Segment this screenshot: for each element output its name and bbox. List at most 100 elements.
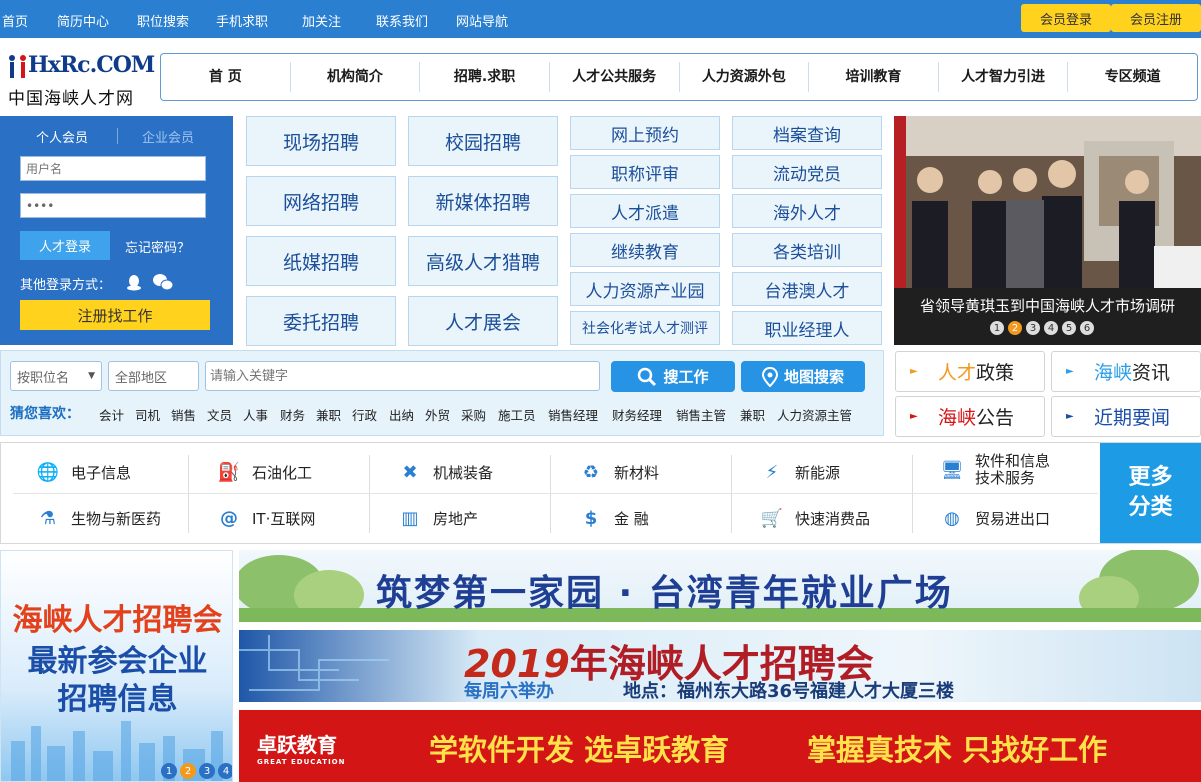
site-logo[interactable]: HxRc.COM 中国海峡人才网 — [6, 52, 155, 109]
keyword-input[interactable] — [205, 361, 600, 391]
member-register-button[interactable]: 会员注册 — [1111, 4, 1201, 32]
nav-item-zones[interactable]: 专区频道 — [1068, 62, 1197, 92]
category-it-internet[interactable]: @ IT·互联网 — [216, 505, 315, 531]
tile-online-booking[interactable]: 网上预约 — [570, 116, 720, 150]
tile-overseas-talent[interactable]: 海外人才 — [732, 194, 882, 228]
category-finance[interactable]: $ 金 融 — [578, 505, 649, 531]
region-select[interactable]: 全部地区 — [108, 361, 199, 391]
nav-item-outsourcing[interactable]: 人力资源外包 — [680, 62, 810, 92]
talent-policy-button[interactable]: ► 人才 政策 — [895, 351, 1045, 392]
keyword-link[interactable]: 外贸 — [425, 405, 450, 424]
top-link-mobile[interactable]: 手机求职 — [216, 11, 268, 30]
top-link-home[interactable]: 首页 — [2, 11, 28, 30]
keyword-link[interactable]: 会计 — [99, 405, 124, 424]
top-link-follow[interactable]: 加关注 — [302, 11, 341, 30]
tile-new-media-recruit[interactable]: 新媒体招聘 — [408, 176, 558, 226]
slide-dot-1[interactable]: 1 — [990, 321, 1004, 335]
search-type-select[interactable]: 按职位名 ▼ — [10, 361, 102, 391]
tile-continuing-edu[interactable]: 继续教育 — [570, 233, 720, 267]
keyword-link[interactable]: 人事 — [243, 405, 268, 424]
strait-news-button[interactable]: ► 海峡 资讯 — [1051, 351, 1201, 392]
recruitment-fair-banner[interactable]: 海峡人才招聘会 最新参会企业 招聘信息 1 2 3 4 — [0, 550, 233, 782]
fair-2019-banner[interactable]: 2019年海峡人才招聘会 每周六举办 地点：福州东大路36号福建人才大厦三楼 — [239, 630, 1201, 702]
tile-manager[interactable]: 职业经理人 — [732, 311, 882, 345]
category-petrochem[interactable]: ⛽ 石油化工 — [216, 459, 312, 485]
nav-item-public-service[interactable]: 人才公共服务 — [550, 62, 680, 92]
fair-dot-4[interactable]: 4 — [218, 763, 232, 779]
search-jobs-button[interactable]: 搜工作 — [611, 361, 735, 392]
category-real-estate[interactable]: ▥ 房地产 — [397, 505, 478, 531]
category-materials[interactable]: ♻ 新材料 — [578, 459, 659, 485]
fair-dot-3[interactable]: 3 — [199, 763, 215, 779]
tile-title-review[interactable]: 职称评审 — [570, 155, 720, 189]
slide-dot-6[interactable]: 6 — [1080, 321, 1094, 335]
education-ad-banner[interactable]: 卓跃教育 GREAT EDUCATION 学软件开发 选卓跃教育 掌握真技术 只… — [239, 710, 1201, 782]
nav-item-training[interactable]: 培训教育 — [809, 62, 939, 92]
tile-exam-assessment[interactable]: 社会化考试人才测评 — [570, 311, 720, 345]
keyword-link[interactable]: 销售主管 — [676, 405, 726, 424]
wechat-icon[interactable] — [152, 273, 174, 291]
login-button[interactable]: 人才登录 — [20, 231, 110, 260]
category-trade[interactable]: ◍ 贸易进出口 — [939, 505, 1050, 531]
news-slideshow[interactable]: 省领导黄琪玉到中国海峡人才市场调研 1 2 3 4 5 6 — [894, 116, 1201, 345]
keyword-link[interactable]: 销售经理 — [548, 405, 598, 424]
nav-item-home[interactable]: 首 页 — [161, 62, 291, 92]
tile-hr-park[interactable]: 人力资源产业园 — [570, 272, 720, 306]
nav-item-about[interactable]: 机构简介 — [291, 62, 421, 92]
recent-news-button[interactable]: ► 近期要闻 — [1051, 396, 1201, 437]
keyword-link[interactable]: 采购 — [461, 405, 486, 424]
tile-entrusted-recruit[interactable]: 委托招聘 — [246, 296, 396, 346]
tile-onsite-recruit[interactable]: 现场招聘 — [246, 116, 396, 166]
nav-item-talent-intro[interactable]: 人才智力引进 — [939, 62, 1069, 92]
tile-archive-query[interactable]: 档案查询 — [732, 116, 882, 150]
slide-dot-5[interactable]: 5 — [1062, 321, 1076, 335]
tile-mobile-party[interactable]: 流动党员 — [732, 155, 882, 189]
tab-personal-member[interactable]: 个人会员 — [36, 127, 88, 146]
slide-dot-2[interactable]: 2 — [1008, 321, 1022, 335]
keyword-link[interactable]: 兼职 — [740, 405, 765, 424]
tile-talent-expo[interactable]: 人才展会 — [408, 296, 558, 346]
category-fmcg[interactable]: 🛒 快速消费品 — [759, 505, 870, 531]
keyword-link[interactable]: 出纳 — [389, 405, 414, 424]
map-search-button[interactable]: 地图搜索 — [741, 361, 865, 392]
keyword-link[interactable]: 司机 — [135, 405, 160, 424]
password-input[interactable] — [20, 193, 206, 218]
keyword-link[interactable]: 文员 — [207, 405, 232, 424]
tile-hk-tw-talent[interactable]: 台港澳人才 — [732, 272, 882, 306]
tab-company-member[interactable]: 企业会员 — [142, 127, 194, 146]
taiwan-youth-banner[interactable]: 筑梦第一家园 · 台湾青年就业广场 — [239, 550, 1201, 622]
tile-campus-recruit[interactable]: 校园招聘 — [408, 116, 558, 166]
member-login-button[interactable]: 会员登录 — [1021, 4, 1111, 32]
tile-online-recruit[interactable]: 网络招聘 — [246, 176, 396, 226]
tile-print-recruit[interactable]: 纸媒招聘 — [246, 236, 396, 286]
username-input[interactable] — [20, 156, 206, 181]
forgot-password-link[interactable]: 忘记密码？ — [125, 237, 190, 256]
fair-dot-1[interactable]: 1 — [161, 763, 177, 779]
top-link-resume[interactable]: 简历中心 — [57, 11, 109, 30]
keyword-link[interactable]: 行政 — [352, 405, 377, 424]
keyword-link[interactable]: 兼职 — [316, 405, 341, 424]
slide-dot-4[interactable]: 4 — [1044, 321, 1058, 335]
slide-dot-3[interactable]: 3 — [1026, 321, 1040, 335]
category-machinery[interactable]: ✖ 机械装备 — [397, 459, 493, 485]
category-electronics[interactable]: 🌐 电子信息 — [35, 459, 131, 485]
fair-dot-2[interactable]: 2 — [180, 763, 196, 779]
keyword-link[interactable]: 人力资源主管 — [777, 405, 852, 424]
category-new-energy[interactable]: ⚡ 新能源 — [759, 459, 840, 485]
keyword-link[interactable]: 施工员 — [498, 405, 536, 424]
top-link-sitemap[interactable]: 网站导航 — [456, 11, 508, 30]
tile-headhunting[interactable]: 高级人才猎聘 — [408, 236, 558, 286]
tile-dispatch[interactable]: 人才派遣 — [570, 194, 720, 228]
keyword-link[interactable]: 财务经理 — [612, 405, 662, 424]
nav-item-recruit[interactable]: 招聘.求职 — [420, 62, 550, 92]
category-software[interactable]: 🖥 软件和信息技术服务 — [939, 453, 1063, 487]
strait-notice-button[interactable]: ► 海峡 公告 — [895, 396, 1045, 437]
category-biomed[interactable]: ⚗ 生物与新医药 — [35, 505, 161, 531]
top-link-contact[interactable]: 联系我们 — [376, 11, 428, 30]
tile-training[interactable]: 各类培训 — [732, 233, 882, 267]
keyword-link[interactable]: 财务 — [280, 405, 305, 424]
qq-icon[interactable] — [125, 273, 143, 291]
register-job-button[interactable]: 注册找工作 — [20, 300, 210, 330]
keyword-link[interactable]: 销售 — [171, 405, 196, 424]
top-link-job-search[interactable]: 职位搜索 — [137, 11, 189, 30]
